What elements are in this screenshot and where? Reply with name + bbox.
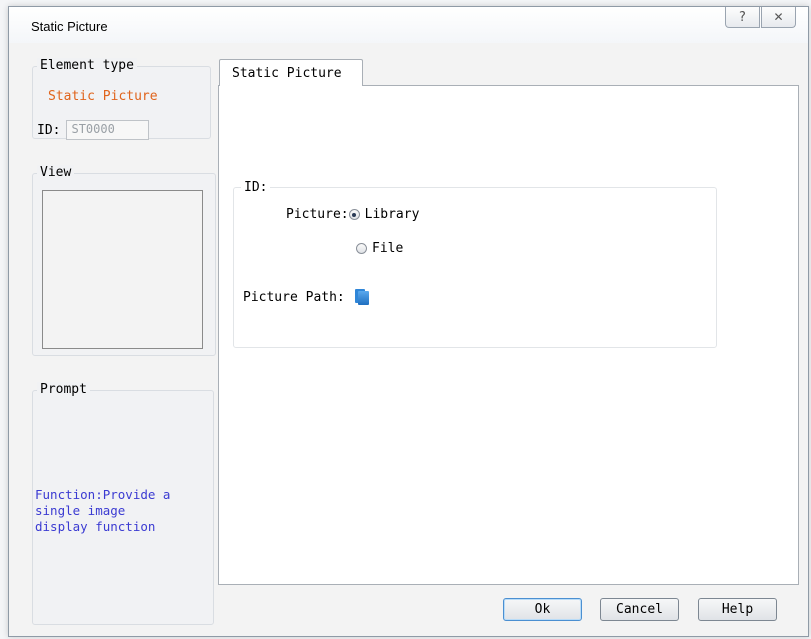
view-group: View xyxy=(32,165,216,356)
ok-button[interactable]: Ok xyxy=(503,598,582,621)
radio-library-label[interactable]: Library xyxy=(365,207,420,222)
id-field: ST0000 xyxy=(66,120,150,140)
dialog-window: Static Picture ? ✕ Element type Static P… xyxy=(8,6,809,637)
radio-library-indicator[interactable] xyxy=(348,209,360,220)
element-type-legend: Element type xyxy=(37,58,137,73)
radio-library[interactable]: Library xyxy=(348,207,420,222)
prompt-text: Function:Provide a single image display … xyxy=(35,487,171,534)
question-mark-icon: ? xyxy=(739,9,746,25)
help-button[interactable]: Help xyxy=(698,598,777,621)
radio-file-label[interactable]: File xyxy=(372,241,403,256)
picture-path-label: Picture Path: xyxy=(243,289,345,305)
id-label: ID: xyxy=(37,122,61,138)
close-button[interactable]: ✕ xyxy=(761,7,796,28)
id-settings-legend: ID: xyxy=(241,180,271,195)
tab-static-picture[interactable]: Static Picture xyxy=(219,59,363,86)
id-settings-group: ID: Picture: Library File Picture Path: xyxy=(233,180,717,348)
close-icon: ✕ xyxy=(773,10,784,24)
radio-file[interactable]: File xyxy=(356,241,403,256)
title-bar: Static Picture ? ✕ xyxy=(9,7,808,43)
tab-panel: ID: Picture: Library File Picture Path: xyxy=(218,85,799,585)
picture-label: Picture: xyxy=(286,207,349,222)
prompt-legend: Prompt xyxy=(37,382,90,397)
help-titlebar-button[interactable]: ? xyxy=(725,7,760,28)
window-title: Static Picture xyxy=(31,19,108,34)
view-legend: View xyxy=(37,165,75,180)
radio-file-indicator[interactable] xyxy=(356,243,367,254)
element-type-group: Element type Static Picture ID: ST0000 xyxy=(32,58,211,140)
open-folder-icon[interactable] xyxy=(354,289,369,305)
element-type-value: Static Picture xyxy=(48,89,158,104)
picture-row: Picture: Library xyxy=(286,207,419,222)
prompt-group: Prompt Function:Provide a single image d… xyxy=(32,382,214,625)
picture-path-row: Picture Path: xyxy=(243,289,369,305)
cancel-button[interactable]: Cancel xyxy=(600,598,679,621)
picture-preview xyxy=(42,190,203,349)
id-row: ID: ST0000 xyxy=(37,120,150,140)
